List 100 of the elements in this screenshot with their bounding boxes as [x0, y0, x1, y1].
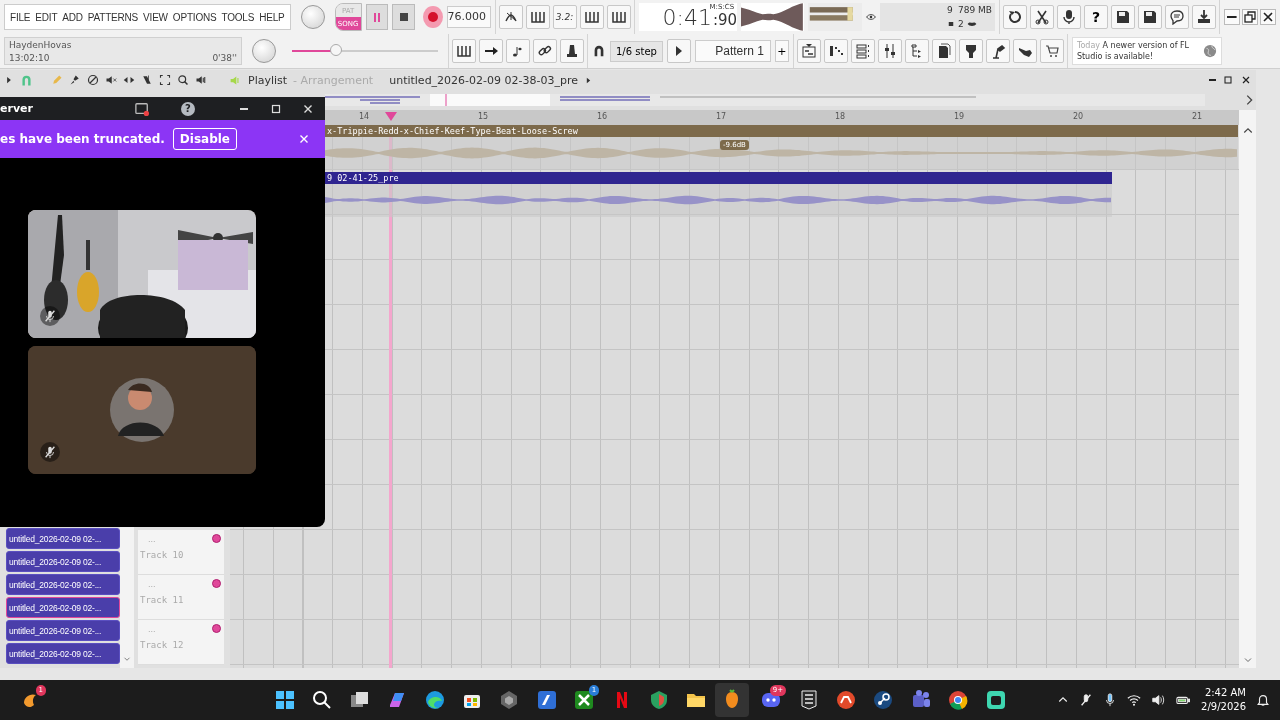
help-button[interactable]: ? — [1084, 5, 1108, 29]
menu-item[interactable]: OPTIONS — [172, 11, 217, 23]
timeline-ruler[interactable]: 14 15 16 17 18 19 20 21 — [325, 110, 1239, 125]
project-button[interactable] — [931, 39, 956, 63]
bar-number: 17 — [716, 112, 727, 121]
metronome-button[interactable] — [498, 5, 523, 29]
download-button[interactable] — [1192, 5, 1216, 29]
wifi-icon — [1127, 693, 1142, 707]
menu-item[interactable]: TOOLS — [221, 11, 255, 23]
app-icon — [535, 689, 558, 711]
pattern-arrow-button[interactable] — [666, 39, 691, 63]
cut-button[interactable] — [1030, 5, 1054, 29]
pause-button[interactable] — [365, 4, 389, 30]
scissors-icon — [1034, 9, 1050, 25]
globe-icon — [1202, 44, 1217, 58]
download-icon — [1196, 9, 1212, 25]
song-name: untitled_2026-02-09 02-38-03_pre — [389, 73, 578, 87]
hand-button[interactable] — [1012, 39, 1037, 63]
slider-thumb[interactable] — [329, 44, 342, 56]
cart-icon — [1043, 43, 1060, 59]
app-icon — [984, 689, 1007, 711]
help-button[interactable]: ? — [181, 101, 195, 116]
minimize-button[interactable] — [1224, 9, 1240, 25]
menu-item[interactable]: EDIT — [35, 11, 58, 23]
step-button[interactable] — [479, 39, 503, 63]
record-button[interactable] — [422, 6, 443, 28]
link-icon — [537, 43, 553, 59]
select-icon — [159, 74, 171, 86]
chat-button[interactable] — [1165, 5, 1189, 29]
menu-item[interactable]: ADD — [62, 11, 83, 23]
menu-item[interactable]: PATTERNS — [87, 11, 139, 23]
clip-title: x-Trippie-Redd-x-Chief-Keef-Type-Beat-Loose-Screw — [325, 125, 1238, 137]
stop-button[interactable] — [392, 4, 415, 30]
pattern-clip-item[interactable]: untitled_2026-02-09 02-... — [6, 643, 120, 664]
close-button[interactable] — [1260, 9, 1276, 25]
window-title: erver — [0, 102, 34, 115]
browser-button[interactable] — [904, 39, 929, 63]
browser-icon — [423, 689, 446, 711]
track-dot[interactable] — [212, 624, 221, 633]
speaker-icon — [195, 74, 207, 86]
undo-button[interactable] — [1003, 5, 1027, 29]
piano-roll-button[interactable] — [823, 39, 848, 63]
taskbar-clock[interactable]: 2:42 AM 2/9/2026 — [1201, 686, 1246, 714]
master-slider[interactable] — [292, 44, 438, 58]
pattern-selector[interactable]: Pattern 1 — [694, 40, 771, 62]
bar-number: 20 — [1073, 112, 1084, 121]
zoom-icon — [177, 74, 189, 86]
mixer-button[interactable] — [877, 39, 902, 63]
screen-share-icon — [135, 101, 149, 116]
app-icon — [835, 689, 857, 711]
shop-button[interactable] — [1039, 39, 1064, 63]
countdown-button[interactable]: 3.2: — [552, 5, 577, 29]
save-icon — [1142, 9, 1158, 25]
pencil-icon — [51, 74, 63, 86]
eye-icon — [865, 12, 876, 22]
list-icon — [854, 43, 871, 59]
pattern-clip-item[interactable]: untitled_2026-02-09 02-... — [6, 551, 120, 572]
tempo-field[interactable]: 76.000 — [446, 6, 491, 28]
track-dot[interactable] — [212, 579, 221, 588]
minimize-icon — [239, 107, 249, 110]
pattern-clip-item[interactable]: untitled_2026-02-09 02-... — [6, 574, 120, 595]
save-button[interactable] — [1111, 5, 1135, 29]
restore-button[interactable] — [1242, 9, 1258, 25]
plugin-button[interactable] — [958, 39, 983, 63]
notes-button[interactable] — [506, 39, 530, 63]
play-icon — [584, 75, 593, 85]
lamp-button[interactable] — [985, 39, 1010, 63]
magnet-icon — [592, 44, 606, 58]
link-button[interactable] — [533, 39, 557, 63]
menu-item[interactable]: VIEW — [143, 11, 168, 23]
record-audio-button[interactable] — [1057, 5, 1081, 29]
menu-item[interactable]: HELP — [259, 11, 285, 23]
menu-item[interactable]: FILE — [10, 11, 31, 23]
pattern-clip-item[interactable]: untitled_2026-02-09 02-... — [6, 620, 120, 641]
waveform-drawing — [741, 3, 804, 31]
steps-icon — [827, 43, 844, 59]
export-button[interactable] — [1138, 5, 1162, 29]
taskbar-app[interactable] — [714, 683, 749, 717]
step-edit-button[interactable] — [579, 5, 604, 29]
pattern-clip-item[interactable]: untitled_2026-02-09 02-... — [6, 597, 120, 618]
stamp-button[interactable] — [560, 39, 584, 63]
disable-button[interactable]: Disable — [172, 128, 237, 150]
maximize-icon — [1222, 74, 1234, 86]
bar-number: 14 — [359, 112, 370, 121]
muted-microphone-icon — [1079, 693, 1094, 707]
add-pattern-button[interactable]: + — [774, 40, 789, 62]
restore-icon — [1242, 9, 1258, 25]
minimize-icon — [1227, 16, 1237, 18]
window-title: Playlist — [248, 73, 288, 87]
channel-rack-button[interactable] — [850, 39, 875, 63]
playlist-button[interactable] — [796, 39, 821, 63]
loop-record-button[interactable] — [606, 5, 631, 29]
track-dot[interactable] — [212, 534, 221, 543]
snap-selector[interactable]: 1/6 step — [610, 40, 663, 62]
shield-icon — [648, 689, 670, 711]
track-name: Track 12 — [140, 640, 184, 650]
typing-keyboard-button[interactable] — [452, 39, 476, 63]
pattern-clip-item[interactable]: untitled_2026-02-09 02-... — [6, 528, 120, 549]
wait-record-button[interactable] — [525, 5, 550, 29]
user-name: HaydenHovas — [9, 39, 73, 50]
